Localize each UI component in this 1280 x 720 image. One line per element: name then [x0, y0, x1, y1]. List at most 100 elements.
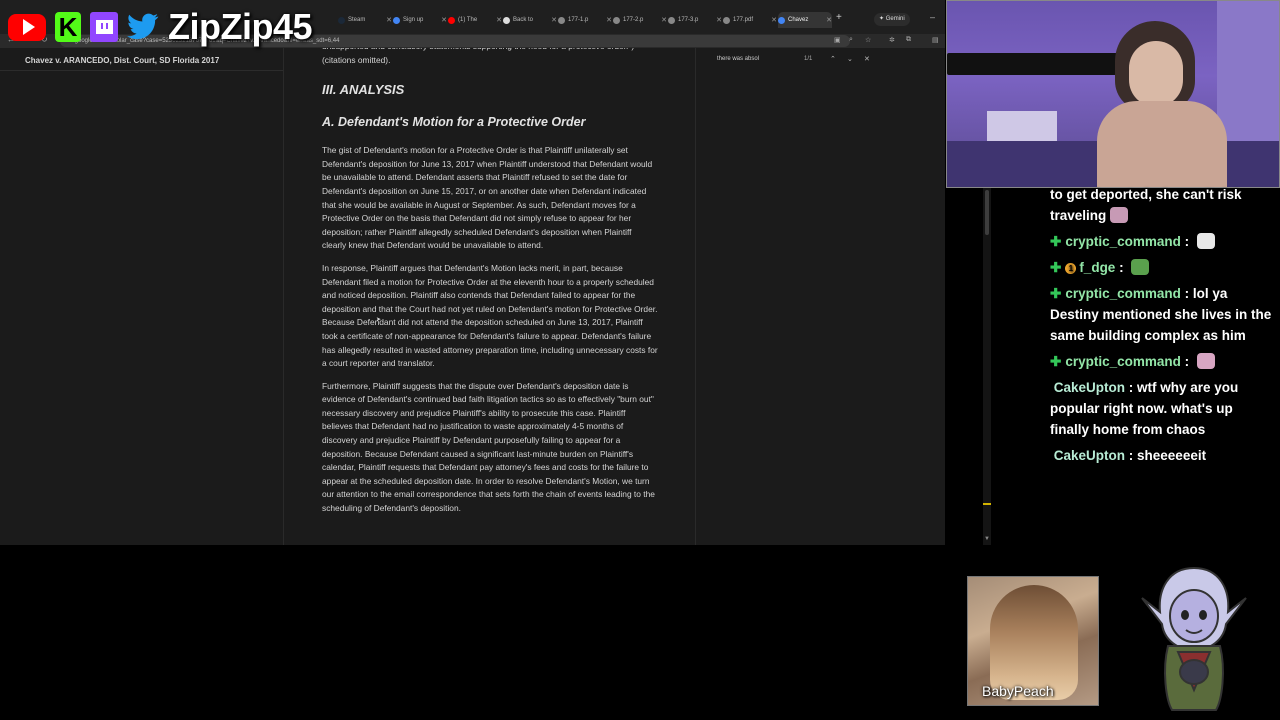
tab-label: 177.pdf: [733, 17, 754, 23]
close-icon[interactable]: ✕: [826, 16, 832, 24]
badge-icon: ✚: [1050, 260, 1062, 275]
tab-pdf-2[interactable]: 177-2.p ✕: [613, 12, 667, 28]
chat-text: sheeeeeeit: [1137, 448, 1207, 463]
find-close-icon[interactable]: ✕: [864, 55, 870, 63]
tab-label: Back to: [513, 17, 534, 23]
tab-youtube[interactable]: (1) The ✕: [448, 12, 502, 28]
pdf-icon: [668, 16, 675, 24]
case-title: Chavez v. ARANCEDO, Dist. Court, SD Flor…: [25, 56, 220, 65]
paragraph-3: Furthermore, Plaintiff suggests that the…: [322, 380, 655, 514]
pdf-icon: [613, 16, 620, 24]
emote-icon: [1196, 353, 1215, 369]
scroll-thumb[interactable]: [985, 190, 989, 235]
tab-label: 177-3.p: [678, 17, 699, 23]
chat-username: cryptic_command: [1065, 354, 1181, 369]
tab-label: Chavez: [788, 17, 809, 23]
gemini-label: Gemini: [885, 16, 905, 22]
steam-icon: [338, 16, 345, 24]
youtube-icon: [8, 13, 46, 41]
extensions-puzzle-icon[interactable]: ✲: [889, 36, 895, 44]
close-icon[interactable]: ✕: [496, 16, 502, 24]
close-icon[interactable]: ✕: [771, 16, 777, 24]
emote-icon: [1131, 259, 1150, 275]
find-previous-icon[interactable]: ⌃: [830, 55, 836, 63]
chat-message: CakeUpton : sheeeeeeit: [1053, 448, 1207, 463]
close-icon[interactable]: ✕: [441, 16, 447, 24]
find-match-marker: [983, 503, 991, 505]
chat-message: ✚ 1 f_dge :: [1050, 257, 1272, 278]
close-icon[interactable]: ✕: [716, 16, 722, 24]
chat-username: cryptic_command: [1065, 234, 1181, 249]
baby-peach-label: BabyPeach: [982, 683, 1054, 699]
new-tab-button[interactable]: +: [836, 12, 842, 23]
scholar-icon: [778, 16, 785, 24]
sub-heading: A. Defendant's Motion for a Protective O…: [322, 115, 586, 130]
close-icon[interactable]: ✕: [386, 16, 392, 24]
emote-icon: [1196, 233, 1215, 249]
tab-steam[interactable]: Steam ✕: [338, 12, 392, 28]
badge-icon: ✚: [1050, 354, 1062, 369]
badge-icon: ✚: [1050, 286, 1062, 301]
opinion-document: unsupported and conclusory statements su…: [322, 48, 658, 516]
tab-pdf-4[interactable]: 177.pdf ✕: [723, 12, 777, 28]
twitch-icon: [90, 12, 118, 42]
find-next-icon[interactable]: ⌄: [847, 55, 853, 63]
chat-text: to get deported, she can't risk travelin…: [1050, 187, 1242, 223]
chat-username: CakeUpton: [1053, 380, 1126, 395]
divider: [0, 70, 283, 71]
chat-message: ✚ cryptic_command :: [1050, 231, 1272, 252]
chat-overlay: to get deported, she can't risk travelin…: [1050, 184, 1272, 471]
tab-pdf-1[interactable]: 177-1.p ✕: [558, 12, 612, 28]
minimize-icon[interactable]: –: [930, 12, 935, 22]
emote-icon: [1110, 207, 1129, 223]
chat-message: ✚ cryptic_command :: [1050, 351, 1272, 372]
pdf-icon: [723, 16, 730, 24]
webcam-feed: [946, 0, 1280, 188]
find-bar: there was absol 1/1 ⌃ ⌄ ✕: [712, 52, 878, 70]
pdf-icon: [558, 16, 565, 24]
chat-message: to get deported, she can't risk travelin…: [1050, 184, 1272, 226]
paragraph-1: The gist of Defendant's motion for a Pro…: [322, 145, 653, 251]
tab-label: Steam: [348, 17, 366, 23]
scroll-down-icon[interactable]: ▼: [984, 536, 990, 542]
sub-badge-icon: 1: [1065, 263, 1077, 274]
page-icon: [503, 16, 510, 24]
tab-back-to[interactable]: Back to ✕: [503, 12, 557, 28]
chat-username: CakeUpton: [1053, 448, 1126, 463]
bookmark-star-icon[interactable]: ☆: [865, 36, 871, 44]
close-icon[interactable]: ✕: [551, 16, 557, 24]
gemini-button[interactable]: ✦ Gemini: [874, 13, 910, 26]
close-icon[interactable]: ✕: [606, 16, 612, 24]
chat-username: f_dge: [1079, 260, 1116, 275]
tab-chavez[interactable]: Chavez ✕: [778, 12, 832, 28]
zoom-icon[interactable]: ⌕: [849, 36, 853, 44]
tab-label: Sign up: [403, 17, 424, 23]
badge-icon: ✚: [1050, 234, 1062, 249]
tab-pdf-3[interactable]: 177-3.p ✕: [668, 12, 722, 28]
tab-sign-up[interactable]: Sign up ✕: [393, 12, 447, 28]
sidebar-icon[interactable]: ⧉: [906, 36, 911, 44]
streamer-body: [1097, 101, 1227, 187]
extension-icon[interactable]: ▣: [834, 36, 841, 44]
tab-label: 177-1.p: [568, 17, 589, 23]
twitter-icon: [127, 11, 159, 43]
find-input[interactable]: there was absol: [717, 56, 759, 62]
intro-text: unsupported and conclusory statements su…: [322, 48, 634, 65]
page-scrollbar[interactable]: ▼: [983, 186, 991, 545]
section-heading: III. ANALYSIS: [322, 82, 405, 98]
mouse-cursor-icon: ➤: [376, 317, 382, 323]
paragraph-2: In response, Plaintiff argues that Defen…: [322, 262, 658, 369]
google-icon: [393, 16, 400, 24]
browser-window: Steam ✕ Sign up ✕ (1) The ✕ Back to ✕ 177-1.…: [0, 0, 945, 545]
kick-icon: K: [55, 12, 81, 42]
page-content: Chavez v. ARANCEDO, Dist. Court, SD Flor…: [0, 48, 945, 545]
chat-message: CakeUpton : wtf why are you popular righ…: [1050, 380, 1239, 437]
baby-peach-panel: BabyPeach: [967, 576, 1099, 706]
streamer-face: [1129, 41, 1183, 107]
close-icon[interactable]: ✕: [661, 16, 667, 24]
streamer-handle: ZipZip45: [168, 6, 313, 47]
find-count: 1/1: [804, 56, 813, 62]
menu-icon[interactable]: ▤: [932, 36, 939, 44]
tab-label: (1) The: [458, 17, 478, 23]
elf-mascot-icon: [1141, 566, 1247, 711]
